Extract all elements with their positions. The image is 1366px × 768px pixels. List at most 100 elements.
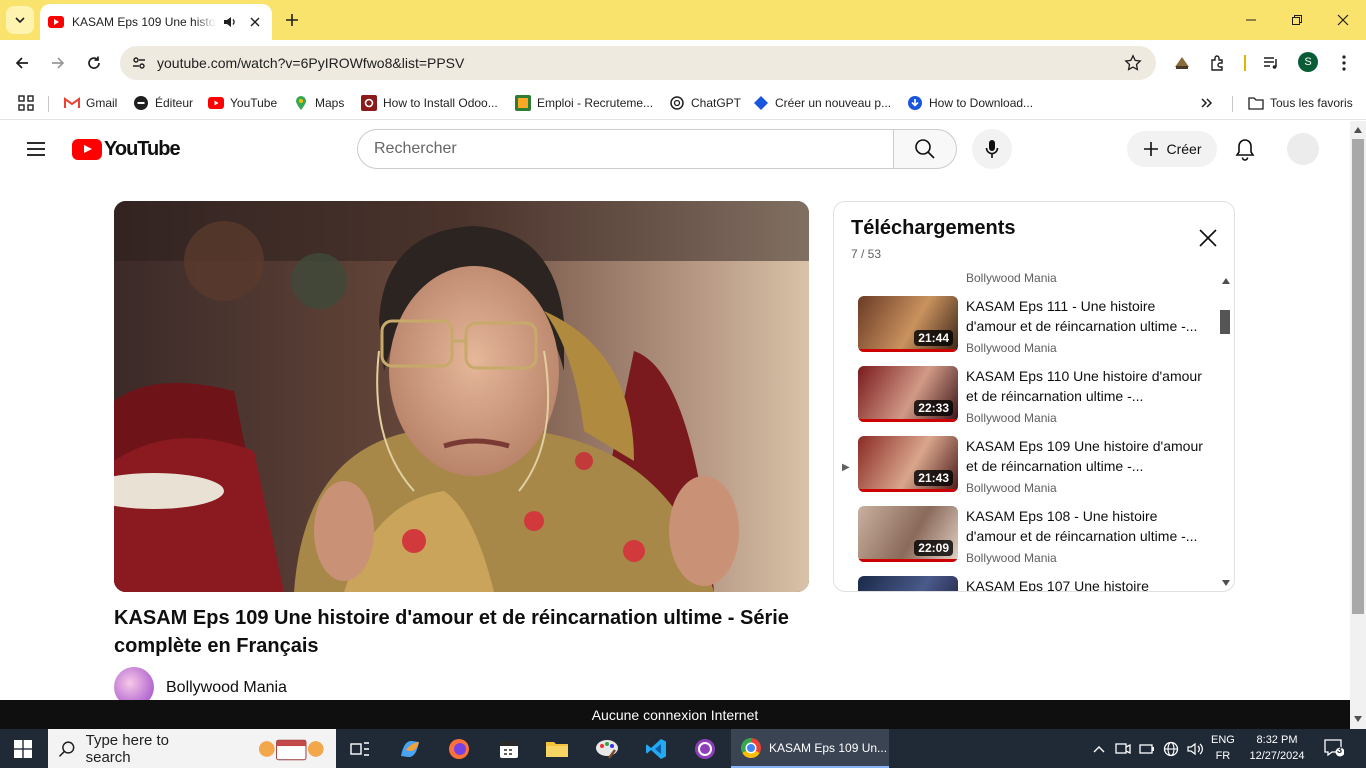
reload-button[interactable] <box>80 49 108 77</box>
bookmark-creer[interactable]: Créer un nouveau p... <box>753 92 891 114</box>
playlist-item[interactable]: 21:44 KASAM Eps 111 - Une histoire d'amo… <box>834 296 1222 366</box>
back-button[interactable] <box>8 49 36 77</box>
editor-icon <box>133 95 149 111</box>
bookmark-label: Gmail <box>86 96 118 110</box>
forward-button[interactable] <box>44 49 72 77</box>
volume-icon[interactable] <box>1186 740 1204 758</box>
taskbar-search-input[interactable]: Type here to search <box>48 729 336 768</box>
playlist-item-channel: Bollywood Mania <box>966 481 1057 495</box>
new-tab-button[interactable] <box>282 10 302 30</box>
chrome-menu-icon[interactable] <box>1333 52 1355 74</box>
system-clock[interactable]: 8:32 PM 12/27/2024 <box>1248 732 1306 764</box>
restore-button[interactable] <box>1274 0 1320 40</box>
playlist-item-title: KASAM Eps 108 - Une histoire d'amour et … <box>966 508 1198 544</box>
youtube-favicon-icon <box>48 16 64 28</box>
profile-avatar[interactable]: S <box>1298 52 1318 72</box>
file-explorer-icon[interactable] <box>537 733 577 765</box>
bookmark-label: Créer un nouveau p... <box>775 96 892 110</box>
search-input[interactable]: Rechercher <box>357 129 894 169</box>
star-icon[interactable] <box>1124 54 1142 72</box>
browser-tab-active[interactable]: KASAM Eps 109 Une histoire d'amour et de… <box>40 4 272 40</box>
task-view-icon[interactable] <box>340 733 380 765</box>
scroll-up-arrow-icon[interactable] <box>1222 278 1230 284</box>
meet-now-icon[interactable] <box>1114 740 1132 758</box>
windows-start-icon[interactable] <box>14 740 32 758</box>
page-scroll-thumb[interactable] <box>1352 139 1364 614</box>
page-scrollbar[interactable] <box>1350 121 1366 729</box>
playlist-title[interactable]: Téléchargements <box>851 217 1016 240</box>
notifications-button[interactable]: 3 <box>1324 739 1344 757</box>
bookmark-chatgpt[interactable]: ChatGPT <box>669 92 741 114</box>
account-avatar[interactable] <box>1287 133 1319 165</box>
calendar-sun-icon <box>259 739 325 760</box>
video-player[interactable] <box>114 201 809 592</box>
scroll-down-arrow-icon[interactable] <box>1222 580 1230 586</box>
bookmark-editeur[interactable]: Éditeur <box>133 92 193 114</box>
close-icon <box>250 17 260 27</box>
playlist-item-title: KASAM Eps 109 Une histoire d'amour et de… <box>966 438 1203 474</box>
channel-name[interactable]: Bollywood Mania <box>166 679 287 697</box>
playlist-item[interactable]: KASAM Eps 107 Une histoire <box>834 576 1222 591</box>
speaker-icon[interactable] <box>222 14 238 30</box>
playlist-item[interactable]: 22:09 KASAM Eps 108 - Une histoire d'amo… <box>834 506 1222 576</box>
create-label: Créer <box>1166 141 1202 157</box>
media-app-icon[interactable] <box>685 733 725 765</box>
extensions-icon[interactable] <box>1207 52 1229 74</box>
voice-search-button[interactable] <box>972 129 1012 169</box>
all-favorites-button[interactable]: Tous les favoris <box>1248 92 1353 114</box>
channel-avatar[interactable] <box>114 667 154 700</box>
video-thumbnail: 22:09 <box>858 506 958 562</box>
scroll-down-arrow-icon[interactable] <box>1354 716 1362 722</box>
close-icon[interactable] <box>1198 228 1218 248</box>
video-frame-image <box>114 201 809 592</box>
minimize-button[interactable] <box>1228 0 1274 40</box>
extension-hat-icon[interactable] <box>1171 52 1193 74</box>
tune-icon <box>133 57 145 69</box>
notifications-bell-icon[interactable] <box>1232 137 1258 163</box>
youtube-page: YouTube Rechercher Créer KASAM Eps 109 U… <box>0 121 1350 700</box>
youtube-logo[interactable]: YouTube <box>72 138 181 161</box>
taskbar-window-title: KASAM Eps 109 Un... <box>769 740 888 755</box>
media-control-icon[interactable] <box>1260 52 1282 74</box>
bookmark-youtube[interactable]: YouTube <box>208 92 277 114</box>
calendar-app-icon[interactable] <box>489 733 529 765</box>
bookmark-gmail[interactable]: Gmail <box>64 92 117 114</box>
site-info-button[interactable] <box>126 50 152 76</box>
playlist-item[interactable]: 22:33 KASAM Eps 110 Une histoire d'amour… <box>834 366 1222 436</box>
tab-strip: KASAM Eps 109 Une histoire d'amour et de… <box>0 0 1366 40</box>
video-duration: 22:09 <box>914 540 953 556</box>
bookmark-download[interactable]: How to Download... <box>907 92 1033 114</box>
language-indicator[interactable]: ENG FR <box>1211 732 1235 764</box>
url-text: youtube.com/watch?v=6PyIROWfwo8&list=PPS… <box>157 55 465 71</box>
playlist-item-title: KASAM Eps 110 Une histoire d'amour et de… <box>966 368 1202 404</box>
create-button[interactable]: Créer <box>1127 131 1217 167</box>
tab-close-button[interactable] <box>246 13 264 31</box>
taskbar-chrome-window[interactable]: KASAM Eps 109 Un... <box>731 729 889 768</box>
address-bar[interactable]: youtube.com/watch?v=6PyIROWfwo8&list=PPS… <box>120 46 1156 80</box>
playlist-panel: Téléchargements 7 / 53 Bollywood Mania 2… <box>833 201 1235 592</box>
now-playing-indicator-icon: ▶ <box>842 462 850 473</box>
paint-icon[interactable] <box>587 733 627 765</box>
bookmark-emploi[interactable]: Emploi - Recruteme... <box>515 92 653 114</box>
chevron-up-icon[interactable] <box>1090 740 1108 758</box>
scroll-up-arrow-icon[interactable] <box>1354 127 1362 133</box>
tab-title: KASAM Eps 109 Une histoire d'amour et de… <box>72 15 216 29</box>
playlist-scroll-thumb[interactable] <box>1220 310 1230 334</box>
bookmark-maps[interactable]: Maps <box>293 92 344 114</box>
search-button[interactable] <box>893 129 957 169</box>
vscode-icon[interactable] <box>636 733 676 765</box>
copilot-icon[interactable] <box>390 733 430 765</box>
search-icon <box>915 139 935 159</box>
playlist-item-current[interactable]: ▶ 21:43 KASAM Eps 109 Une histoire d'amo… <box>834 436 1222 506</box>
offline-banner: Aucune connexion Internet <box>0 700 1350 729</box>
apps-button[interactable] <box>18 92 34 114</box>
guide-menu-button[interactable] <box>24 137 48 161</box>
window-close-button[interactable] <box>1320 0 1366 40</box>
bookmark-odoo[interactable]: How to Install Odoo... <box>361 92 498 114</box>
bookmarks-overflow-button[interactable] <box>1200 92 1214 114</box>
firefox-icon[interactable] <box>439 733 479 765</box>
battery-plug-icon[interactable] <box>1138 740 1156 758</box>
network-globe-icon[interactable] <box>1162 740 1180 758</box>
arrow-right-icon <box>52 57 65 69</box>
tab-search-button[interactable] <box>6 6 34 34</box>
